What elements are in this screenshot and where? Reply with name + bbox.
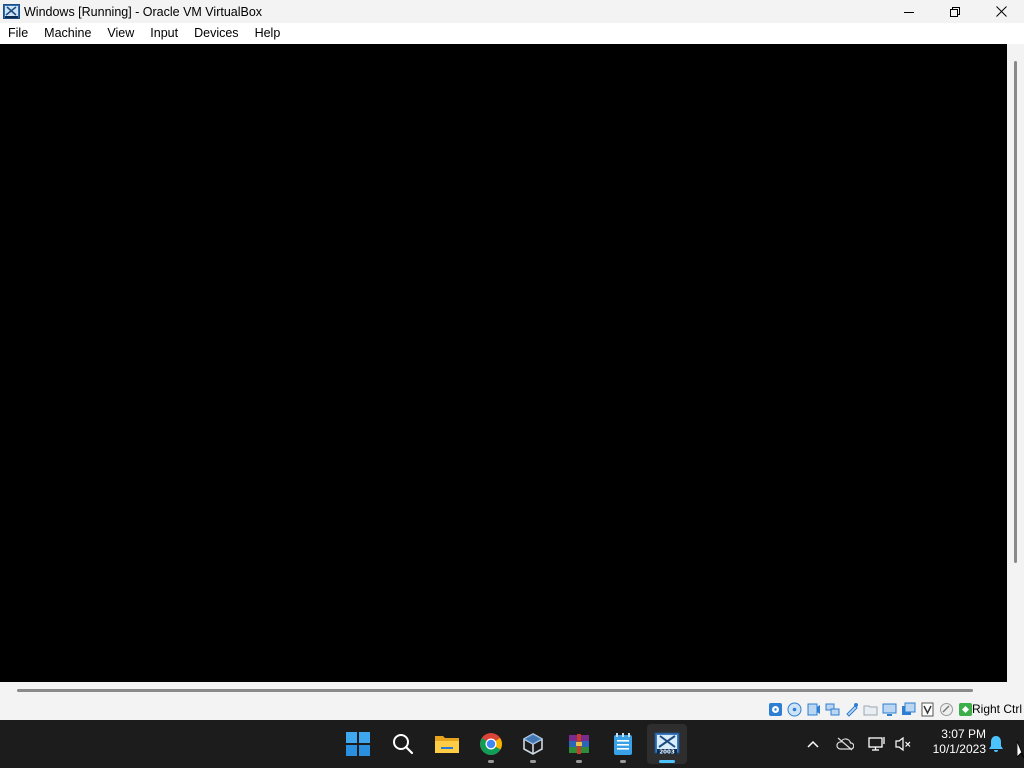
chrome-icon	[480, 733, 502, 755]
show-hidden-icons-button[interactable]	[801, 732, 825, 756]
minimize-button[interactable]	[886, 0, 932, 23]
network-icon[interactable]	[824, 701, 841, 718]
chrome-button[interactable]	[471, 724, 511, 764]
running-indicator	[488, 760, 494, 763]
menu-devices[interactable]: Devices	[188, 23, 244, 44]
vertical-scroll-thumb[interactable]	[1014, 61, 1017, 563]
virtualbox-button[interactable]	[513, 724, 553, 764]
bell-icon	[989, 736, 1003, 752]
virtualization-icon[interactable]	[919, 701, 936, 718]
hard-disk-icon[interactable]	[767, 701, 784, 718]
volume-muted-icon	[895, 736, 911, 752]
folder-icon	[435, 736, 459, 753]
winrar-button[interactable]	[559, 724, 599, 764]
horizontal-scroll-thumb[interactable]	[17, 689, 973, 692]
search-button[interactable]	[383, 724, 423, 764]
search-icon	[393, 734, 414, 755]
onedrive-icon	[836, 737, 854, 751]
start-button[interactable]	[338, 724, 378, 764]
network-icon	[868, 737, 885, 751]
mouse-integration-icon[interactable]	[938, 701, 955, 718]
notifications-button[interactable]	[984, 732, 1008, 756]
onedrive-tray-button[interactable]	[833, 732, 857, 756]
status-indicators	[765, 701, 974, 718]
menu-bar: File Machine View Input Devices Help	[0, 23, 1024, 44]
video-capture-icon[interactable]	[900, 701, 917, 718]
menu-input[interactable]: Input	[144, 23, 184, 44]
vm-display[interactable]	[0, 44, 1007, 682]
status-bar: Right Ctrl	[0, 699, 1024, 720]
optical-drive-icon[interactable]	[786, 701, 803, 718]
usb-icon[interactable]	[843, 701, 860, 718]
audio-icon[interactable]	[805, 701, 822, 718]
vm-window-icon[interactable]	[3, 3, 20, 20]
menu-help[interactable]: Help	[249, 23, 287, 44]
tray-clock[interactable]: 3:07 PM 10/1/2023	[920, 727, 986, 757]
restore-button[interactable]	[932, 0, 978, 23]
running-indicator	[576, 760, 582, 763]
title-bar: Windows [Running] - Oracle VM VirtualBox	[0, 0, 1024, 23]
windows-logo-icon	[346, 732, 370, 756]
active-indicator	[659, 760, 675, 763]
close-button[interactable]	[978, 0, 1024, 23]
window-controls	[886, 0, 1024, 23]
chevron-up-icon	[807, 740, 819, 748]
display-icon[interactable]	[881, 701, 898, 718]
running-indicator	[530, 760, 536, 763]
winrar-icon	[569, 734, 589, 754]
window-title: Windows [Running] - Oracle VM VirtualBox	[24, 4, 263, 19]
close-icon	[995, 6, 1007, 17]
clock-time: 3:07 PM	[941, 727, 986, 741]
menu-machine[interactable]: Machine	[38, 23, 97, 44]
mouse-cursor-icon	[1016, 740, 1024, 762]
clock-date: 10/1/2023	[932, 742, 986, 756]
vm-window-button[interactable]: 2003	[647, 724, 687, 764]
shared-folders-icon[interactable]	[862, 701, 879, 718]
volume-tray-button[interactable]	[891, 732, 915, 756]
menu-file[interactable]: File	[2, 23, 34, 44]
minimize-icon	[904, 11, 914, 13]
file-explorer-button[interactable]	[427, 724, 467, 764]
running-indicator	[620, 760, 626, 763]
menu-view[interactable]: View	[101, 23, 140, 44]
virtualbox-icon	[523, 733, 543, 755]
taskbar: 2003	[0, 720, 1024, 768]
vm-icon-label: 2003	[659, 750, 674, 756]
windows-2003-vm-icon: 2003	[654, 732, 680, 756]
network-tray-button[interactable]	[865, 732, 889, 756]
notepad-button[interactable]	[603, 724, 643, 764]
notepad-icon	[614, 733, 632, 755]
restore-icon	[950, 6, 960, 17]
host-key-label[interactable]: Right Ctrl	[972, 699, 1022, 720]
